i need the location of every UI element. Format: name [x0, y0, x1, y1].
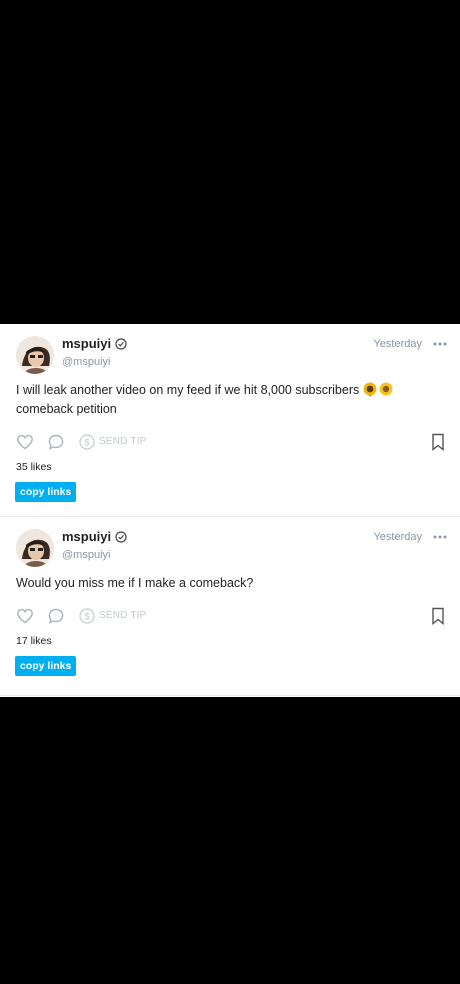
post-timestamp: Yesterday	[373, 531, 422, 543]
verified-icon	[115, 530, 127, 543]
post-text-end: comeback petition	[16, 402, 117, 416]
sunflower-emoji	[363, 382, 377, 396]
avatar[interactable]	[16, 529, 54, 567]
comment-icon[interactable]	[47, 433, 65, 451]
svg-text:$: $	[84, 612, 89, 622]
post-actions: $ SEND TIP	[16, 607, 446, 627]
post-feed: mspuiyi @mspuiyi Yesterday I will leak a…	[0, 324, 460, 697]
user-handle[interactable]: @mspuiyi	[62, 356, 110, 368]
dollar-icon[interactable]: $	[78, 433, 96, 451]
post-text-main: I will leak another video on my feed if …	[16, 383, 360, 397]
post-card: mspuiyi @mspuiyi Yesterday Would you mis…	[0, 517, 460, 696]
avatar-image	[16, 336, 54, 374]
bookmark-icon[interactable]	[430, 607, 446, 625]
svg-text:$: $	[84, 438, 89, 448]
comment-icon[interactable]	[47, 607, 65, 625]
sunflower-emoji	[379, 382, 393, 396]
post-text: Would you miss me if I make a comeback?	[16, 576, 254, 590]
more-options-icon[interactable]	[432, 336, 448, 352]
heart-icon[interactable]	[16, 433, 34, 451]
username[interactable]: mspuiyi	[62, 529, 127, 544]
post-timestamp: Yesterday	[373, 338, 422, 350]
more-options-icon[interactable]	[432, 529, 448, 545]
post-card: mspuiyi @mspuiyi Yesterday I will leak a…	[0, 324, 460, 517]
post-actions: $ SEND TIP	[16, 433, 446, 453]
dollar-icon[interactable]: $	[78, 607, 96, 625]
likes-count[interactable]: 17 likes	[16, 635, 52, 647]
verified-icon	[115, 337, 127, 350]
avatar-image	[16, 529, 54, 567]
copy-links-button[interactable]: copy links	[15, 482, 77, 502]
avatar[interactable]	[16, 336, 54, 374]
username[interactable]: mspuiyi	[62, 336, 127, 351]
user-handle[interactable]: @mspuiyi	[62, 549, 110, 561]
post-text: I will leak another video on my feed if …	[16, 381, 444, 419]
username-text[interactable]: mspuiyi	[62, 336, 111, 351]
bookmark-icon[interactable]	[430, 433, 446, 451]
copy-links-button[interactable]: copy links	[15, 656, 77, 676]
send-tip-button[interactable]: SEND TIP	[99, 436, 147, 447]
likes-count[interactable]: 35 likes	[16, 461, 52, 473]
username-text[interactable]: mspuiyi	[62, 529, 111, 544]
heart-icon[interactable]	[16, 607, 34, 625]
send-tip-button[interactable]: SEND TIP	[99, 610, 147, 621]
